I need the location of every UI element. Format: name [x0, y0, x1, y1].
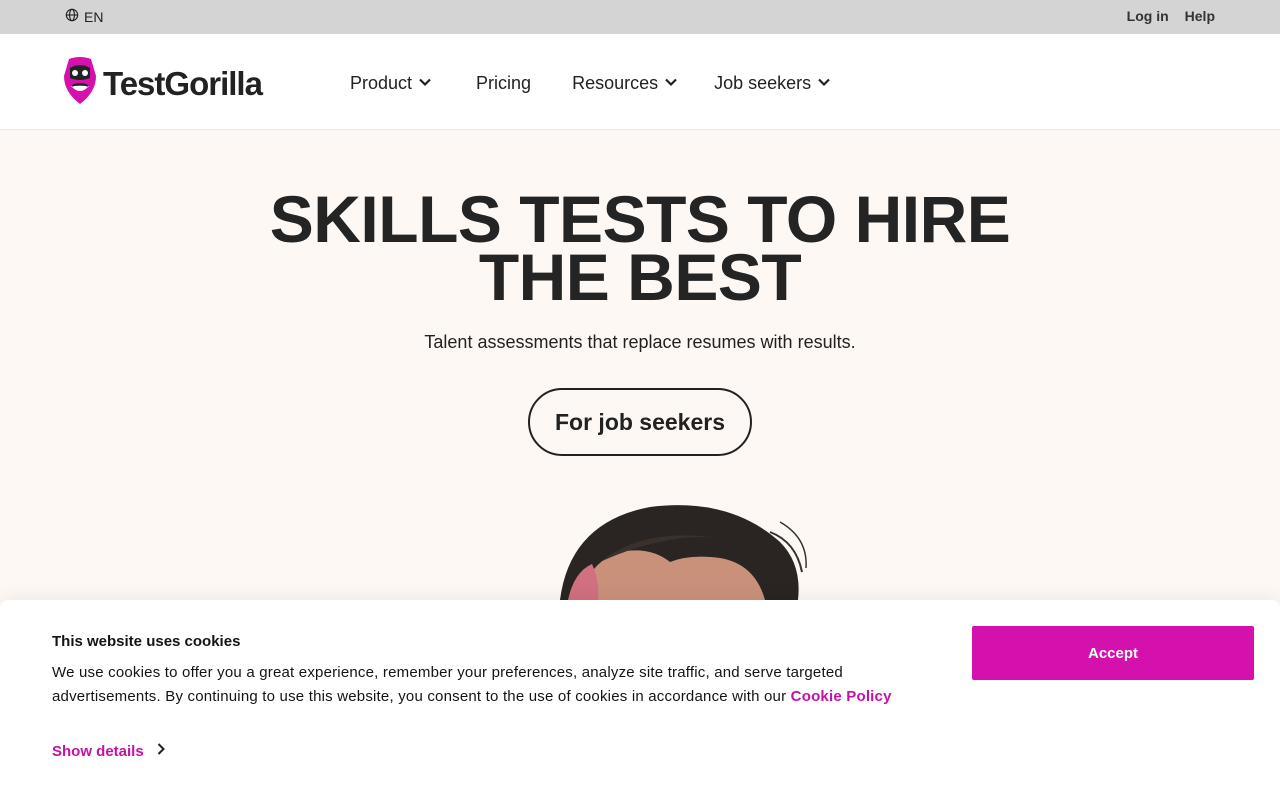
globe-icon [65, 8, 79, 25]
language-label: EN [84, 8, 104, 25]
primary-nav: Product Pricing Resources Job seekers [350, 73, 831, 94]
login-link[interactable]: Log in [1127, 8, 1169, 24]
chevron-down-icon [817, 73, 831, 94]
nav-item-pricing[interactable]: Pricing [476, 73, 531, 94]
hero-headline-line2: THE BEST [478, 240, 802, 314]
chevron-down-icon [664, 73, 678, 94]
hero-section: SKILLS TESTS TO HIRE THE BEST Talent ass… [0, 130, 1280, 600]
chevron-right-icon [156, 742, 166, 760]
accept-cookies-button[interactable]: Accept [972, 626, 1254, 680]
brand-logo[interactable]: TestGorilla [63, 56, 263, 111]
main-navbar: TestGorilla Product Pricing Resources Jo… [0, 34, 1280, 130]
nav-item-label: Product [350, 73, 413, 93]
cookie-banner: This website uses cookies We use cookies… [0, 600, 1280, 800]
help-link[interactable]: Help [1185, 8, 1215, 24]
top-links: Log in Help [1127, 8, 1215, 24]
cookie-banner-text: We use cookies to offer you a great expe… [52, 661, 952, 709]
cookie-policy-link[interactable]: Cookie Policy [791, 688, 892, 705]
job-seekers-button[interactable]: For job seekers [528, 388, 752, 456]
hero-headline: SKILLS TESTS TO HIRE THE BEST [0, 186, 1280, 314]
nav-item-resources[interactable]: Resources [572, 73, 678, 94]
brand-name: TestGorilla [103, 64, 263, 102]
show-details-label: Show details [52, 742, 144, 760]
hero-person-image [540, 502, 810, 600]
show-details-toggle[interactable]: Show details [52, 742, 166, 760]
top-utility-bar: EN Log in Help [0, 0, 1280, 34]
cookie-banner-title: This website uses cookies [52, 633, 241, 650]
cookie-banner-body: We use cookies to offer you a great expe… [52, 664, 843, 705]
gorilla-logo-icon [63, 56, 97, 111]
nav-item-label: Resources [572, 73, 659, 93]
hero-subheadline: Talent assessments that replace resumes … [424, 332, 856, 352]
language-selector[interactable]: EN [65, 8, 103, 25]
nav-item-job-seekers[interactable]: Job seekers [714, 73, 831, 94]
chevron-down-icon [418, 73, 432, 94]
nav-item-label: Job seekers [714, 73, 812, 93]
nav-item-label: Pricing [476, 73, 532, 93]
nav-item-product[interactable]: Product [350, 73, 432, 94]
